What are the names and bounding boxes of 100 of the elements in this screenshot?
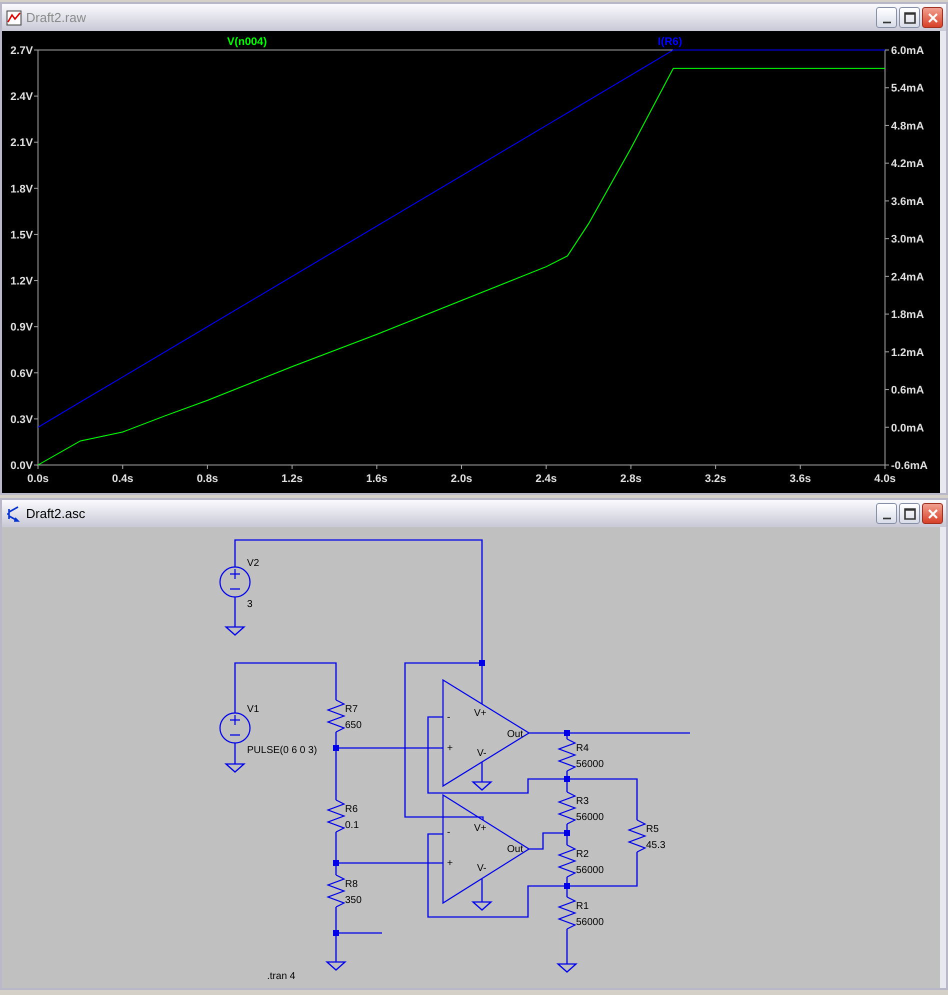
pin-label: Out: [507, 844, 524, 855]
pin-label: -: [447, 827, 450, 838]
tick-mark: [34, 326, 38, 328]
tick-mark: [122, 464, 124, 470]
tick-mark: [884, 200, 890, 202]
pin-label: +: [447, 858, 453, 869]
close-button[interactable]: [922, 503, 943, 524]
resistor-symbol: [557, 738, 577, 772]
y2-axis-tick-label: 1.2mA: [891, 346, 924, 359]
maximize-icon: [904, 12, 916, 24]
y2-axis-tick-label: 2.4mA: [891, 271, 924, 284]
y2-axis-tick-label: 5.4mA: [891, 82, 924, 95]
y-axis-tick-label: 2.4V: [10, 91, 33, 104]
tick-mark: [800, 464, 801, 470]
wire: [234, 743, 236, 764]
ground-icon: [471, 781, 493, 791]
tick-mark: [630, 464, 632, 470]
x-axis-tick-label: 0.0s: [27, 473, 49, 485]
pin-label: Out: [507, 729, 524, 740]
tick-mark: [292, 464, 293, 470]
voltage-source-symbol: [219, 566, 251, 598]
y-axis-tick-label: 1.2V: [10, 276, 33, 288]
chart-icon: [6, 10, 22, 26]
tick-mark: [884, 276, 890, 277]
maximize-button[interactable]: [899, 7, 920, 28]
component-label: R7: [345, 704, 358, 715]
component-label: V2: [247, 558, 260, 569]
x-axis-tick-label: 1.2s: [281, 473, 303, 485]
tick-mark: [884, 314, 890, 315]
y-axis-tick-label: 2.7V: [10, 45, 33, 57]
tick-mark: [206, 464, 208, 470]
tick-mark: [34, 96, 38, 97]
y-axis-tick-label: 1.8V: [10, 183, 33, 196]
x-axis-tick-label: 2.4s: [536, 473, 557, 485]
tick-mark: [376, 464, 378, 470]
y2-axis-tick-label: 1.8mA: [891, 309, 924, 322]
minimize-button[interactable]: [876, 7, 897, 28]
pin-label: V-: [477, 748, 486, 759]
ground-icon: [325, 961, 347, 971]
y-axis-tick-label: 1.5V: [10, 229, 33, 242]
voltage-source-symbol: [219, 712, 251, 744]
component-label: R3: [576, 796, 589, 807]
ground-icon: [224, 626, 246, 636]
y-axis-tick-label: 0.6V: [10, 368, 33, 380]
component-value: 56000: [576, 759, 604, 770]
tick-mark: [34, 418, 38, 420]
component-label: R6: [345, 804, 358, 815]
tick-mark: [884, 351, 890, 352]
wire: [566, 929, 568, 964]
maximize-icon: [904, 508, 916, 520]
trace-label: V(n004): [227, 36, 267, 48]
y2-axis-tick-label: 0.0mA: [891, 422, 924, 434]
tick-mark: [884, 162, 890, 164]
resistor-symbol: [627, 819, 647, 853]
tick-mark: [546, 464, 547, 470]
resistor-symbol: [326, 874, 346, 908]
tick-mark: [34, 188, 38, 189]
resistor-symbol: [557, 896, 577, 930]
component-value: 0.1: [345, 820, 359, 831]
maximize-button[interactable]: [899, 503, 920, 524]
tick-mark: [884, 238, 890, 240]
tick-mark: [34, 280, 38, 282]
x-axis-tick-label: 3.6s: [790, 473, 811, 485]
y2-axis-tick-label: 3.0mA: [891, 234, 924, 246]
tick-mark: [884, 389, 890, 390]
ground-icon: [471, 901, 493, 911]
component-label: V1: [247, 704, 260, 715]
resistor-symbol: [326, 799, 346, 833]
component-value: 350: [345, 895, 362, 906]
y-axis-tick-label: 0.9V: [10, 322, 33, 334]
minimize-button[interactable]: [876, 503, 897, 524]
trace-label: I(R6): [658, 36, 682, 48]
minimize-icon: [882, 517, 890, 520]
resistor-symbol: [557, 844, 577, 878]
component-label: R1: [576, 901, 589, 912]
tick-mark: [715, 464, 716, 470]
y2-axis-tick-label: 4.2mA: [891, 158, 924, 170]
x-axis-tick-label: 2.0s: [450, 473, 472, 485]
window-title: Draft2.asc: [26, 504, 86, 523]
pin-label: V+: [474, 823, 487, 834]
y2-axis-tick-label: 0.6mA: [891, 384, 924, 397]
component-value: 56000: [576, 865, 604, 876]
close-icon: [928, 508, 938, 518]
minimize-icon: [882, 21, 890, 24]
tick-mark: [884, 426, 890, 428]
component-value: 3: [247, 599, 253, 610]
component-label: R5: [646, 824, 659, 835]
close-button[interactable]: [922, 7, 943, 28]
pin-label: -: [447, 712, 450, 723]
component-value: PULSE(0 6 0 3): [247, 745, 318, 756]
component-label: R8: [345, 879, 358, 890]
y-axis-tick-label: 2.1V: [10, 137, 33, 150]
window-title: Draft2.raw: [26, 8, 86, 27]
ground-icon: [224, 763, 246, 773]
component-label: R4: [576, 743, 589, 754]
tick-mark: [884, 124, 890, 126]
component-value: 56000: [576, 812, 604, 823]
x-axis-tick-label: 4.0s: [874, 473, 896, 485]
x-axis-tick-label: 1.6s: [366, 473, 388, 485]
x-axis-tick-label: 3.2s: [704, 473, 726, 485]
